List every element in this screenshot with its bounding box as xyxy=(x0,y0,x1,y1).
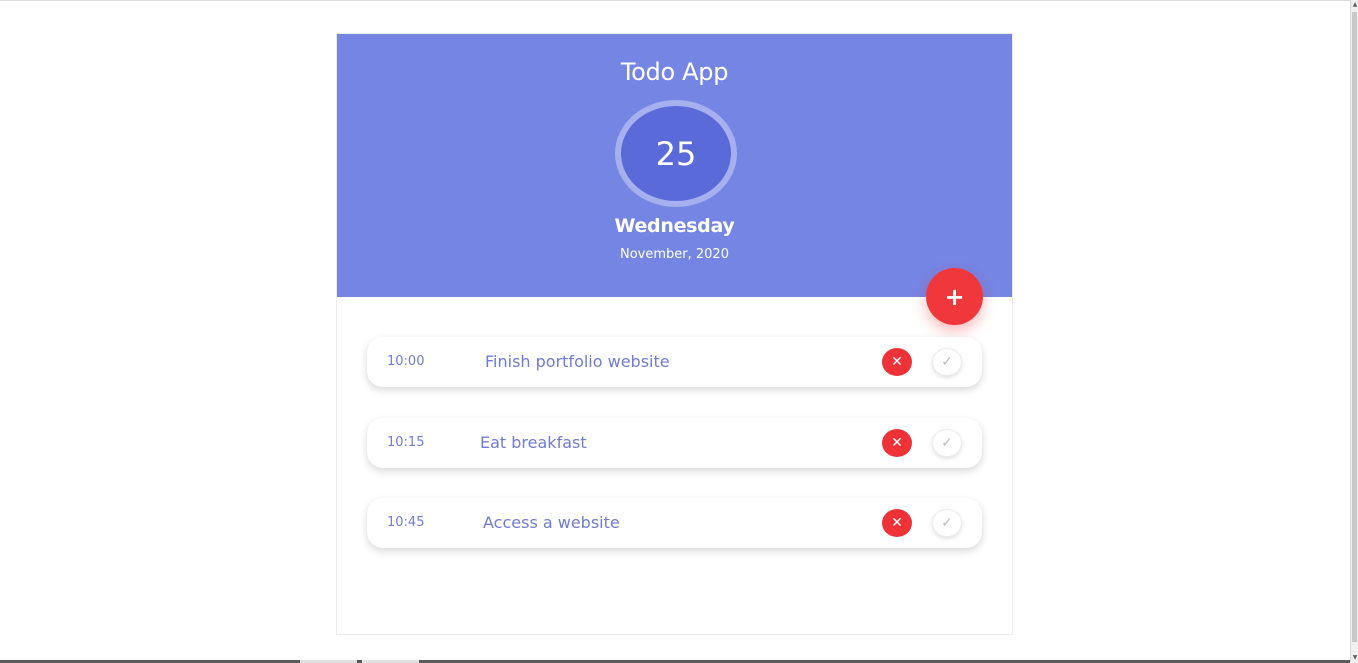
todo-time: 10:00 xyxy=(387,354,425,369)
todo-item: 10:45 Access a website ✕ ✓ xyxy=(367,498,982,548)
todo-item: 10:00 Finish portfolio website ✕ ✓ xyxy=(367,337,982,387)
check-icon: ✓ xyxy=(941,515,953,531)
todo-time: 10:15 xyxy=(387,435,425,450)
scroll-up-icon[interactable]: ▲ xyxy=(1351,0,1358,10)
add-todo-button[interactable]: + xyxy=(926,268,983,325)
complete-todo-button[interactable]: ✓ xyxy=(932,509,962,537)
month-year-label: November, 2020 xyxy=(620,247,729,262)
complete-todo-button[interactable]: ✓ xyxy=(932,429,962,457)
check-icon: ✓ xyxy=(941,435,953,451)
close-icon: ✕ xyxy=(891,515,903,531)
complete-todo-button[interactable]: ✓ xyxy=(932,348,962,376)
todo-time: 10:45 xyxy=(387,515,425,530)
plus-icon: + xyxy=(944,282,965,311)
todo-app-card: Todo App 25 Wednesday November, 2020 + 1… xyxy=(336,33,1013,635)
check-icon: ✓ xyxy=(941,354,953,370)
scroll-down-icon[interactable]: ▼ xyxy=(1351,653,1358,663)
day-number-circle: 25 xyxy=(615,100,737,207)
todo-text: Access a website xyxy=(483,513,620,532)
todo-item: 10:15 Eat breakfast ✕ ✓ xyxy=(367,418,982,468)
close-icon: ✕ xyxy=(891,354,903,370)
app-header: Todo App 25 Wednesday November, 2020 xyxy=(337,34,1012,297)
close-icon: ✕ xyxy=(891,435,903,451)
day-number: 25 xyxy=(655,134,697,173)
delete-todo-button[interactable]: ✕ xyxy=(882,348,912,376)
app-title: Todo App xyxy=(620,58,729,86)
todo-text: Eat breakfast xyxy=(480,433,587,452)
delete-todo-button[interactable]: ✕ xyxy=(882,509,912,537)
browser-viewport: Todo App 25 Wednesday November, 2020 + 1… xyxy=(0,0,1350,660)
delete-todo-button[interactable]: ✕ xyxy=(882,429,912,457)
vertical-scrollbar[interactable]: ▲ ▼ xyxy=(1350,0,1358,663)
weekday-label: Wednesday xyxy=(614,215,735,237)
scroll-thumb[interactable] xyxy=(1352,12,1357,642)
todo-text: Finish portfolio website xyxy=(485,352,670,371)
